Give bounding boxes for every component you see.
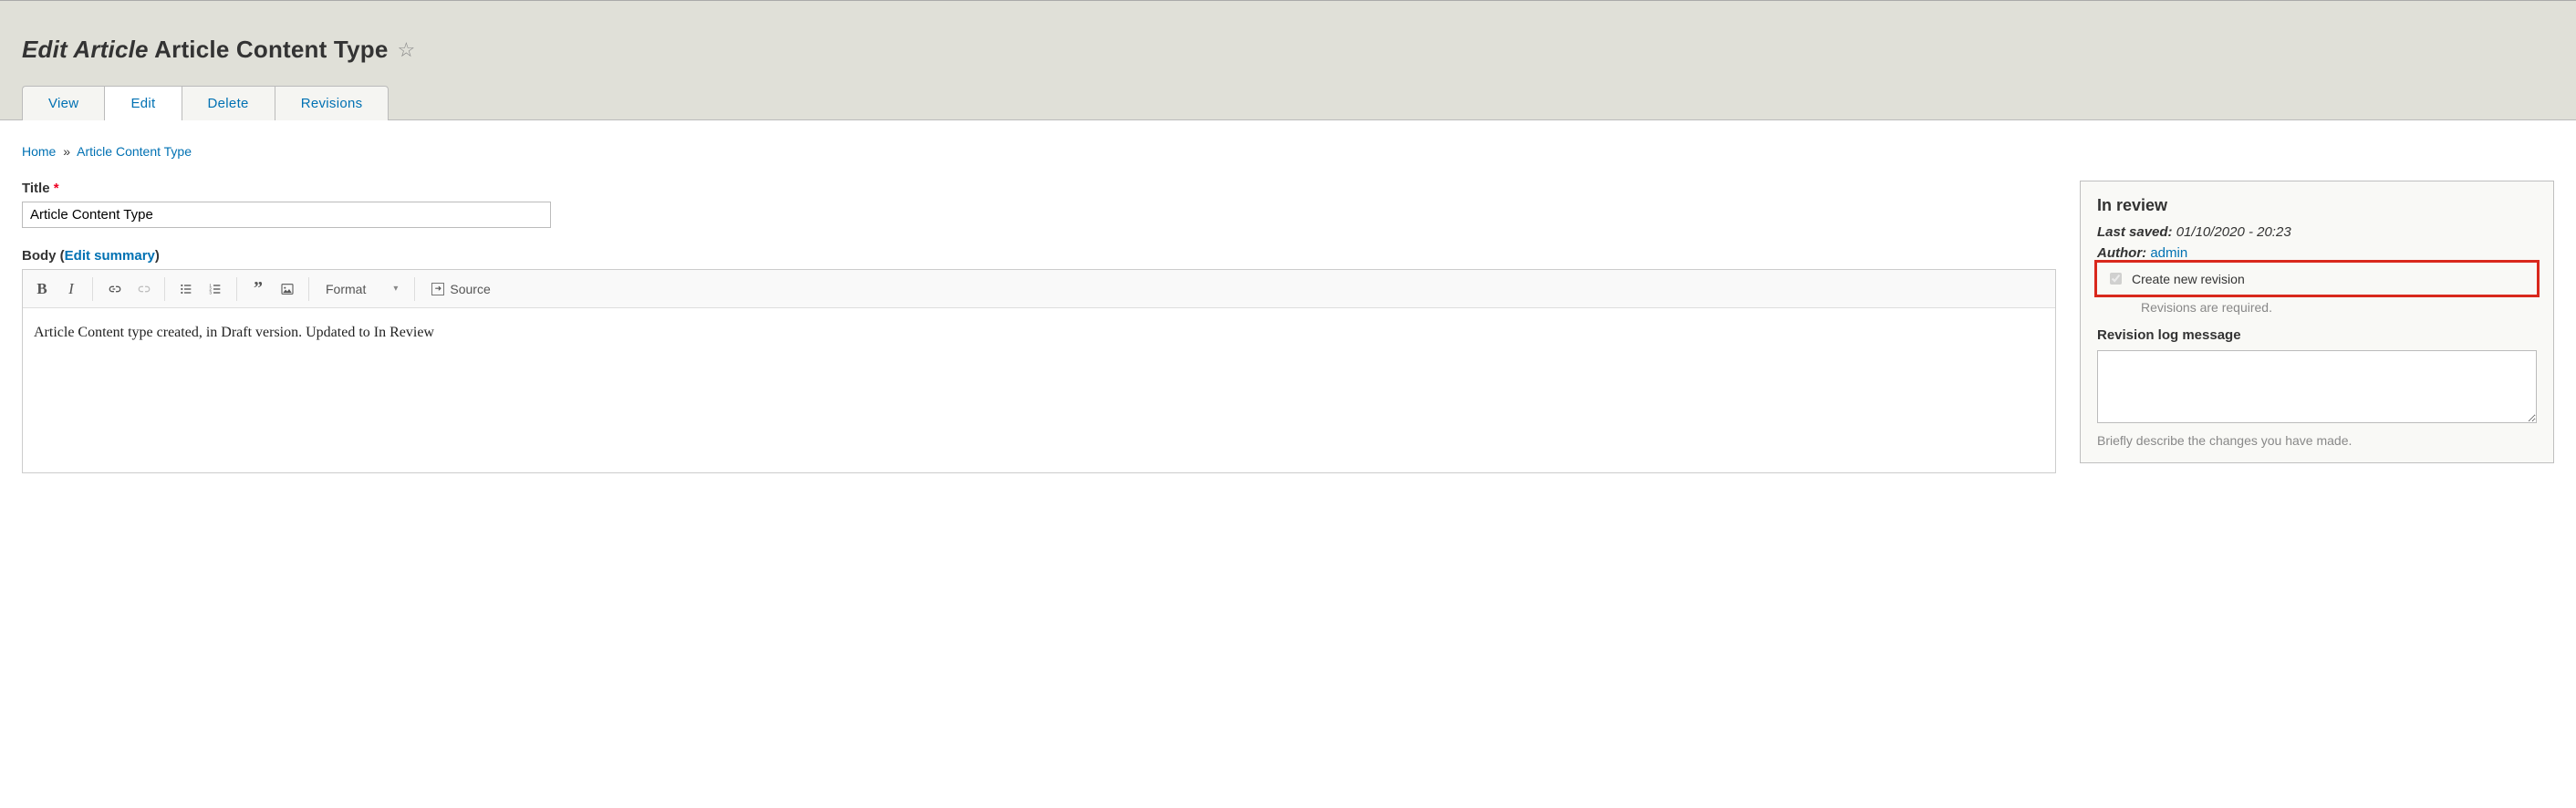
tab-edit[interactable]: Edit (104, 86, 181, 120)
tab-delete[interactable]: Delete (182, 86, 275, 120)
page-title-prefix: Edit Article (22, 36, 149, 63)
last-saved-value: 01/10/2020 - 20:23 (2176, 224, 2291, 240)
body-label-text: Body (22, 248, 57, 264)
toolbar-sep (236, 277, 237, 301)
format-dropdown[interactable]: Format ▾ (317, 282, 407, 296)
last-saved-label: Last saved: (2097, 224, 2173, 240)
numbered-list-button[interactable]: 123 (202, 275, 229, 303)
status-heading: In review (2097, 196, 2537, 215)
page-title: Edit Article Article Content Type ☆ (22, 36, 2554, 64)
edit-summary-link[interactable]: Edit summary (65, 248, 155, 264)
breadcrumb-current[interactable]: Article Content Type (77, 144, 192, 159)
link-button[interactable] (100, 275, 128, 303)
create-revision-row: Create new revision (2094, 260, 2540, 297)
format-label: Format (326, 282, 366, 296)
revision-log-help: Briefly describe the changes you have ma… (2097, 433, 2537, 448)
revision-log-label: Revision log message (2097, 327, 2537, 343)
revision-log-textarea[interactable] (2097, 350, 2537, 423)
author-link[interactable]: admin (2150, 245, 2187, 261)
editor-toolbar: B I 123 (23, 270, 2055, 308)
tabs: View Edit Delete Revisions (22, 86, 2554, 120)
page-title-text: Edit Article Article Content Type (22, 36, 388, 64)
revisions-required-text: Revisions are required. (2097, 300, 2537, 315)
breadcrumb: Home » Article Content Type (22, 144, 2554, 159)
blockquote-button[interactable]: ” (244, 275, 272, 303)
main-column: Title * Body (Edit summary) B I (22, 181, 2056, 473)
breadcrumb-sep: » (63, 144, 70, 159)
title-label-text: Title (22, 181, 50, 196)
source-button[interactable]: ➜ Source (422, 282, 499, 296)
italic-button[interactable]: I (57, 275, 85, 303)
content-wrap: Home » Article Content Type Title * Body… (0, 119, 2576, 492)
toolbar-sep (308, 277, 309, 301)
page-title-main: Article Content Type (154, 36, 388, 63)
tab-revisions[interactable]: Revisions (275, 86, 390, 120)
toolbar-sep (92, 277, 93, 301)
layout-columns: Title * Body (Edit summary) B I (22, 181, 2554, 473)
create-revision-label: Create new revision (2132, 272, 2245, 286)
title-input[interactable] (22, 202, 551, 228)
svg-text:3: 3 (209, 290, 212, 295)
bullet-list-button[interactable] (172, 275, 200, 303)
required-marker: * (54, 181, 59, 196)
last-saved: Last saved: 01/10/2020 - 20:23 (2097, 224, 2537, 240)
toolbar-sep (414, 277, 415, 301)
image-button[interactable] (274, 275, 301, 303)
editor-body[interactable]: Article Content type created, in Draft v… (23, 308, 2055, 472)
header-region: Edit Article Article Content Type ☆ View… (0, 0, 2576, 120)
unlink-button (130, 275, 157, 303)
star-icon[interactable]: ☆ (397, 38, 415, 62)
author-line: Author: admin (2097, 245, 2537, 261)
source-icon: ➜ (431, 283, 444, 295)
source-label: Source (450, 282, 490, 296)
chevron-down-icon: ▾ (393, 284, 398, 294)
title-label: Title * (22, 181, 2056, 196)
bold-button[interactable]: B (28, 275, 56, 303)
editor-wrap: B I 123 (22, 269, 2056, 473)
body-label: Body (Edit summary) (22, 248, 2056, 264)
toolbar-sep (164, 277, 165, 301)
author-label: Author: (2097, 245, 2146, 261)
sidebar: In review Last saved: 01/10/2020 - 20:23… (2080, 181, 2554, 463)
tab-view[interactable]: View (22, 86, 104, 120)
breadcrumb-home[interactable]: Home (22, 144, 56, 159)
create-revision-checkbox (2110, 273, 2122, 285)
